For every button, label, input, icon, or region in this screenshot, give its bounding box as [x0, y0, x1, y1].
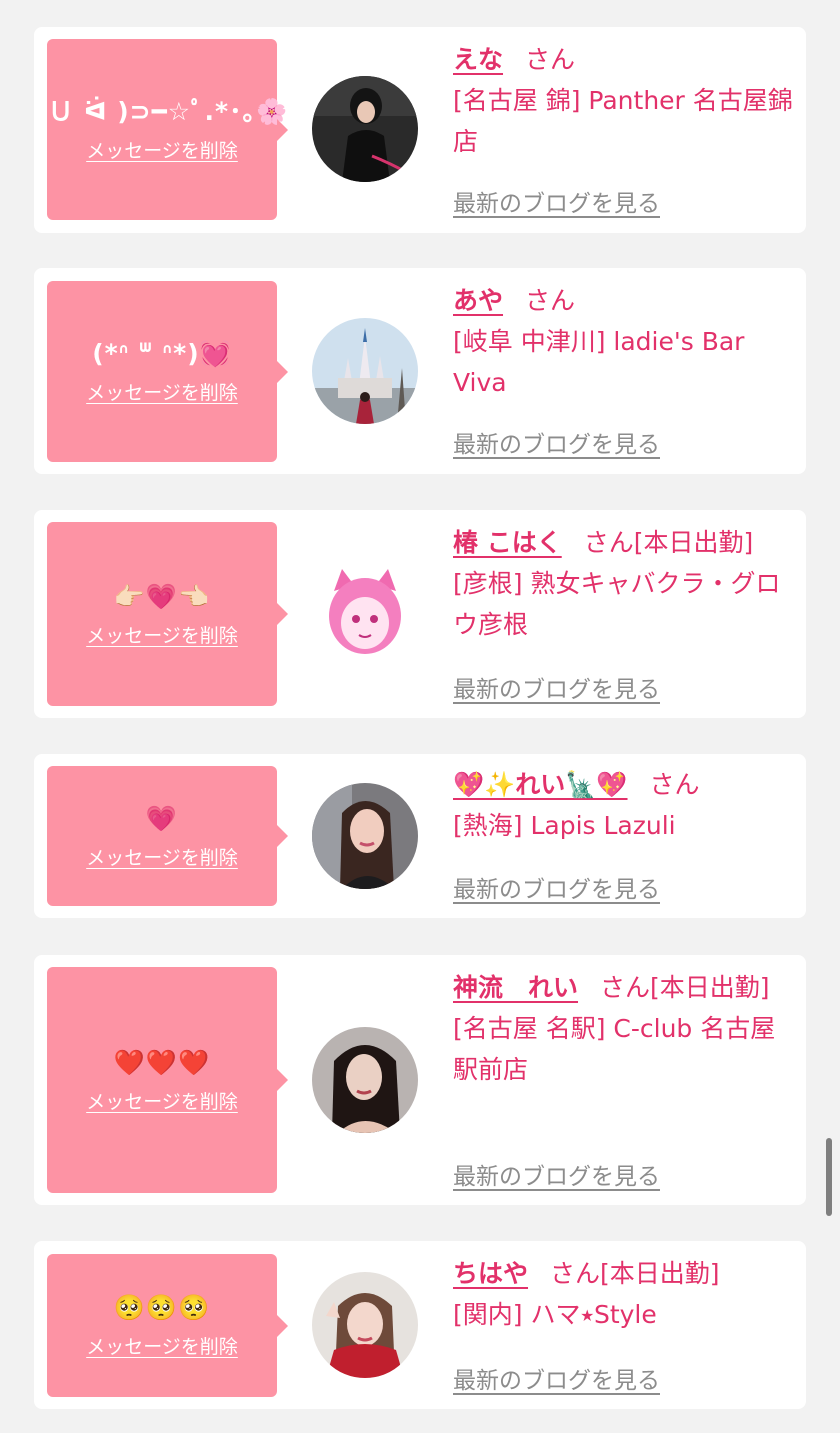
honorific: さん: [525, 45, 576, 74]
shop-info: [彦根] 熟女キャバクラ・グロウ彦根: [453, 569, 781, 639]
honorific: さん: [583, 528, 634, 557]
shop-info: [名古屋 錦] Panther 名古屋錦店: [453, 86, 793, 156]
latest-blog-link[interactable]: 最新のブログを見る: [453, 1157, 660, 1191]
latest-blog-link[interactable]: 最新のブログを見る: [453, 425, 660, 459]
avatar[interactable]: [312, 76, 418, 182]
message-bubble: 👉🏻💗👈🏻 メッセージを削除: [47, 522, 288, 706]
avatar[interactable]: [312, 1027, 418, 1133]
message-text: (*ᐢ ᐜ ᐢ*)💓: [92, 339, 232, 368]
girl-info: 💖✨れい🗽💖 さん [熱海] Lapis Lazuli: [453, 764, 793, 846]
message-bubble: 🥺🥺🥺 メッセージを削除: [47, 1254, 288, 1397]
shop-info: [岐阜 中津川] ladie's Bar Viva: [453, 327, 745, 397]
avatar[interactable]: [312, 561, 418, 667]
avatar[interactable]: [312, 1272, 418, 1378]
delete-message-link[interactable]: メッセージを削除: [86, 1332, 238, 1359]
message-card: (Ｕ ᐛ )⊃━☆ﾟ.*･｡🌸 メッセージを削除 えな さん [名古屋 錦] Pa…: [34, 27, 806, 233]
message-bubble: (*ᐢ ᐜ ᐢ*)💓 メッセージを削除: [47, 281, 288, 462]
message-bubble: ❤️❤️❤️ メッセージを削除: [47, 967, 288, 1193]
latest-blog-link[interactable]: 最新のブログを見る: [453, 670, 660, 704]
avatar-image: [312, 318, 418, 424]
girl-info: 椿 こはく さん[本日出勤] [彦根] 熟女キャバクラ・グロウ彦根: [453, 522, 793, 645]
scrollbar[interactable]: [826, 1138, 832, 1216]
avatar-image: [312, 561, 418, 667]
avatar-image: [312, 783, 418, 889]
message-bubble: (Ｕ ᐛ )⊃━☆ﾟ.*･｡🌸 メッセージを削除: [36, 39, 288, 220]
delete-message-link[interactable]: メッセージを削除: [86, 1087, 238, 1114]
message-text: 👉🏻💗👈🏻: [113, 581, 211, 611]
honorific: さん: [525, 286, 576, 315]
girl-info: 神流 れい さん[本日出勤] [名古屋 名駅] C-club 名古屋駅前店: [453, 967, 793, 1090]
girl-name-link[interactable]: 💖✨れい🗽💖: [453, 770, 628, 799]
avatar-image: [312, 76, 418, 182]
avatar-image: [312, 1272, 418, 1378]
delete-message-link[interactable]: メッセージを削除: [86, 136, 238, 163]
attendance-status: [本日出勤]: [600, 1259, 720, 1288]
honorific: さん: [649, 770, 700, 799]
message-text: (Ｕ ᐛ )⊃━☆ﾟ.*･｡🌸: [35, 97, 289, 126]
message-card: 💗 メッセージを削除 💖✨れい🗽💖 さん [熱海] Lapis Lazuli 最新…: [34, 754, 806, 918]
delete-message-link[interactable]: メッセージを削除: [86, 621, 238, 648]
shop-info: [名古屋 名駅] C-club 名古屋駅前店: [453, 1014, 776, 1084]
latest-blog-link[interactable]: 最新のブログを見る: [453, 1361, 660, 1395]
girl-info: ちはや さん[本日出勤] [関内] ハマ⭑Style: [453, 1253, 793, 1335]
attendance-status: [本日出勤]: [633, 528, 754, 557]
girl-name-link[interactable]: 椿 こはく: [453, 528, 562, 557]
shop-info: [熱海] Lapis Lazuli: [453, 811, 676, 840]
avatar[interactable]: [312, 318, 418, 424]
shop-info: [関内] ハマ⭑Style: [453, 1300, 657, 1329]
honorific: さん: [600, 973, 651, 1002]
delete-message-link[interactable]: メッセージを削除: [86, 378, 238, 405]
delete-message-link[interactable]: メッセージを削除: [86, 843, 238, 870]
latest-blog-link[interactable]: 最新のブログを見る: [453, 870, 660, 904]
girl-name-link[interactable]: あや: [453, 286, 503, 315]
message-text: ❤️❤️❤️: [113, 1047, 211, 1077]
latest-blog-link[interactable]: 最新のブログを見る: [453, 184, 660, 218]
message-card: ❤️❤️❤️ メッセージを削除 神流 れい さん[本日出勤] [名古屋 名駅] C…: [34, 955, 806, 1205]
girl-info: えな さん [名古屋 錦] Panther 名古屋錦店: [453, 39, 793, 162]
girl-name-link[interactable]: ちはや: [453, 1259, 528, 1288]
honorific: さん: [550, 1259, 601, 1288]
message-bubble: 💗 メッセージを削除: [47, 766, 288, 906]
message-text: 💗: [145, 803, 179, 833]
girl-name-link[interactable]: えな: [453, 45, 503, 74]
message-card: 👉🏻💗👈🏻 メッセージを削除 椿 こはく さん[本日出勤] [彦根] 熟女キャバク…: [34, 510, 806, 718]
message-card: 🥺🥺🥺 メッセージを削除 ちはや さん[本日出勤] [関内] ハマ⭑Style 最…: [34, 1241, 806, 1409]
avatar[interactable]: [312, 783, 418, 889]
girl-name-link[interactable]: 神流 れい: [453, 973, 578, 1002]
attendance-status: [本日出勤]: [650, 973, 770, 1002]
message-card: (*ᐢ ᐜ ᐢ*)💓 メッセージを削除 あや さん [岐阜 中津川] ladie'…: [34, 268, 806, 474]
avatar-image: [312, 1027, 418, 1133]
message-text: 🥺🥺🥺: [113, 1293, 211, 1322]
girl-info: あや さん [岐阜 中津川] ladie's Bar Viva: [453, 280, 793, 403]
